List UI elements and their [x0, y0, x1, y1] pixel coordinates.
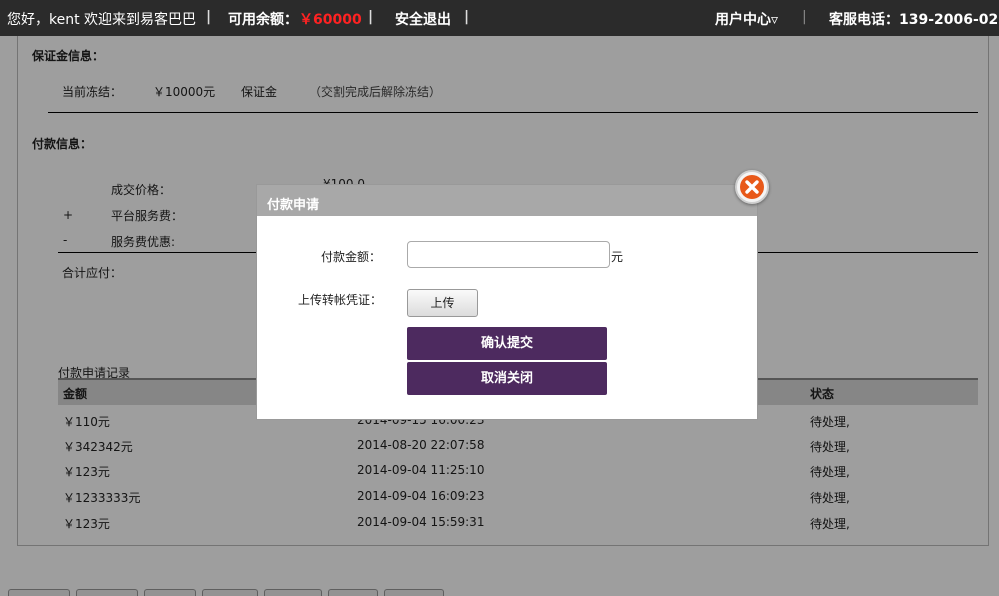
user-center-menu[interactable]: 用户中心▿: [715, 9, 778, 29]
divider: |: [206, 9, 212, 25]
amount-label: 付款金额：: [321, 250, 382, 264]
dialog-title: 付款申请: [257, 185, 757, 216]
cancel-close-button[interactable]: 取消关闭: [407, 362, 607, 395]
divider: |: [464, 9, 470, 25]
greeting-text: 您好，kent 欢迎来到易客巴巴: [7, 12, 197, 28]
divider: |: [368, 9, 374, 25]
amount-input[interactable]: [407, 241, 610, 268]
upload-button[interactable]: 上传: [407, 289, 478, 317]
balance-value: ￥60000: [299, 12, 362, 28]
confirm-submit-button[interactable]: 确认提交: [407, 327, 607, 360]
service-phone: 客服电话：139-2006-0217: [829, 12, 999, 28]
logout-link[interactable]: 安全退出: [395, 9, 451, 29]
upload-label: 上传转帐凭证：: [298, 293, 383, 307]
close-button[interactable]: [735, 170, 769, 204]
balance-label: 可用余额：: [228, 12, 298, 28]
payment-request-dialog: 付款申请 付款金额： 元 上传转帐凭证： 上传 确认提交 取消关闭: [256, 170, 769, 420]
close-icon: [745, 180, 759, 194]
divider: |: [802, 9, 807, 25]
top-bar: 您好，kent 欢迎来到易客巴巴 | 可用余额： ￥60000 | 安全退出 |…: [0, 0, 999, 36]
unit-label: 元: [611, 250, 624, 264]
